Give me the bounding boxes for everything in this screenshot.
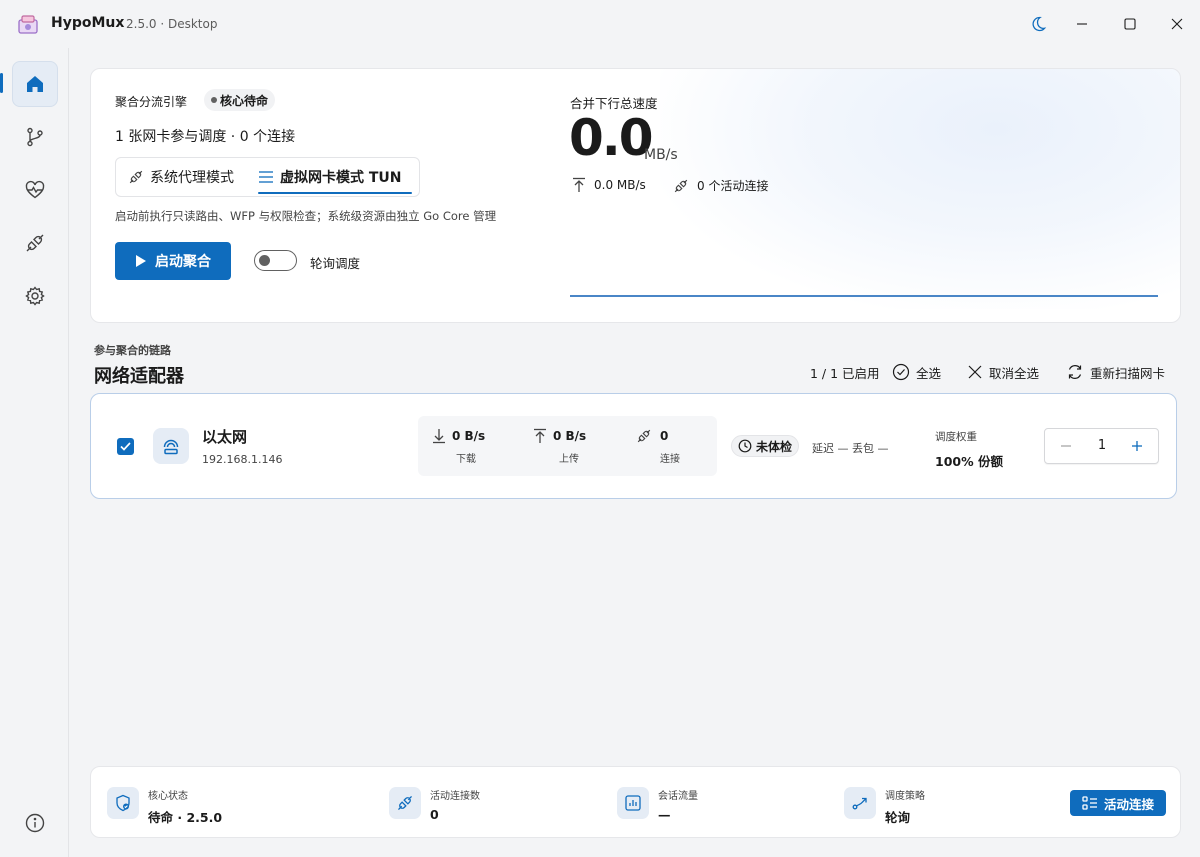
enabled-count: 1 / 1 已启用 xyxy=(810,365,880,381)
scheduling-summary: 1 张网卡参与调度 · 0 个连接 xyxy=(115,129,296,145)
connections-stat: 0 连接 xyxy=(636,428,680,465)
weight-label: 调度权重 xyxy=(935,431,977,443)
list-check-icon xyxy=(1082,796,1098,810)
nav-active-indicator xyxy=(0,73,3,93)
status-dot-icon xyxy=(211,97,217,103)
adapter-ip: 192.168.1.146 xyxy=(202,453,283,466)
rescan-adapters-button[interactable]: 重新扫描网卡 xyxy=(1066,362,1165,382)
shield-check-icon xyxy=(107,787,139,819)
section-caption: 参与聚合的链路 xyxy=(94,344,171,357)
increment-icon[interactable] xyxy=(1128,437,1146,455)
mode-tun[interactable]: 虚拟网卡模式 TUN xyxy=(258,158,402,196)
heart-pulse-icon xyxy=(24,179,46,201)
poll-schedule-toggle[interactable] xyxy=(254,250,297,271)
mode-selector: 系统代理模式 虚拟网卡模式 TUN xyxy=(115,157,420,197)
select-all-button[interactable]: 全选 xyxy=(892,362,941,382)
app-title: HypoMux xyxy=(51,15,125,31)
speed-value: 0.0 xyxy=(569,109,654,167)
x-icon xyxy=(967,364,983,380)
mode-system-proxy[interactable]: 系统代理模式 xyxy=(128,158,234,196)
nav-connections[interactable] xyxy=(12,220,58,266)
clock-icon xyxy=(738,439,752,453)
upload-speed: 0.0 MB/s xyxy=(572,177,646,193)
chart-icon xyxy=(617,787,649,819)
section-title: 网络适配器 xyxy=(94,366,184,387)
branch-icon xyxy=(24,126,46,148)
weight-share: 100% 份额 xyxy=(935,454,1003,469)
plug-icon xyxy=(389,787,421,819)
refresh-icon xyxy=(1066,363,1084,381)
poll-schedule-label: 轮询调度 xyxy=(310,256,361,271)
nav-settings[interactable] xyxy=(12,273,58,319)
home-icon xyxy=(24,73,46,95)
arrow-down-icon xyxy=(432,428,446,444)
minimize-icon[interactable] xyxy=(1070,12,1094,36)
app-logo-icon xyxy=(16,13,40,37)
latency-loss: 延迟 — 丢包 — xyxy=(812,442,889,455)
preflight-note: 启动前执行只读路由、WFP 与权限检查；系统级资源由独立 Go Core 管理 xyxy=(115,209,497,223)
decrement-icon[interactable] xyxy=(1057,437,1075,455)
active-connections-stat: 0 个活动连接 xyxy=(673,177,768,194)
list-icon xyxy=(258,169,274,185)
upload-stat: 0 B/s 上传 xyxy=(533,428,586,465)
speed-unit: MB/s xyxy=(644,147,678,163)
route-icon xyxy=(844,787,876,819)
plug-icon xyxy=(128,169,144,185)
probe-status-badge: 未体检 xyxy=(731,435,800,457)
active-connections-button[interactable]: 活动连接 xyxy=(1070,790,1166,816)
weight-value[interactable]: 1 xyxy=(1095,438,1109,453)
info-icon xyxy=(24,812,46,834)
play-icon xyxy=(135,254,147,268)
plug-icon xyxy=(673,178,689,194)
adapter-name: 以太网 xyxy=(202,428,248,446)
close-icon[interactable] xyxy=(1165,12,1189,36)
core-status-badge: 核心待命 xyxy=(204,89,276,111)
maximize-icon[interactable] xyxy=(1118,12,1142,36)
download-stat: 0 B/s 下载 xyxy=(432,428,485,465)
weight-stepper: 1 xyxy=(1044,428,1159,464)
adapter-row[interactable]: 以太网 192.168.1.146 0 B/s 下载 0 B/s 上传 0 连接… xyxy=(90,393,1177,499)
aggregation-card: 聚合分流引擎 核心待命 1 张网卡参与调度 · 0 个连接 系统代理模式 虚拟网… xyxy=(90,68,1181,323)
plug-icon xyxy=(24,232,46,254)
nav-routing[interactable] xyxy=(12,114,58,160)
ethernet-icon xyxy=(153,428,189,464)
theme-toggle-moon-icon[interactable] xyxy=(1026,12,1050,36)
start-aggregation-button[interactable]: 启动聚合 xyxy=(115,242,231,280)
engine-label: 聚合分流引擎 xyxy=(115,95,188,109)
sidebar xyxy=(0,48,69,857)
nav-home[interactable] xyxy=(12,61,58,107)
title-bar: HypoMux 2.5.0 · Desktop xyxy=(0,0,1200,48)
app-version: 2.5.0 · Desktop xyxy=(126,17,218,31)
arrow-up-icon xyxy=(533,428,547,444)
plug-icon xyxy=(636,428,652,444)
adapter-stats: 0 B/s 下载 0 B/s 上传 0 连接 xyxy=(418,416,717,476)
adapter-checkbox[interactable] xyxy=(117,438,134,455)
status-footer: 核心状态 待命 · 2.5.0 活动连接数 0 会话流量 — 调度策略 轮询 活… xyxy=(90,766,1181,838)
nav-health[interactable] xyxy=(12,167,58,213)
deselect-all-button[interactable]: 取消全选 xyxy=(967,362,1039,382)
speed-sparkline xyxy=(570,295,1158,297)
nav-about[interactable] xyxy=(12,800,58,846)
gear-icon xyxy=(24,285,46,307)
mode-active-underline xyxy=(258,192,412,194)
check-circle-icon xyxy=(892,363,910,381)
arrow-up-icon xyxy=(572,177,586,193)
